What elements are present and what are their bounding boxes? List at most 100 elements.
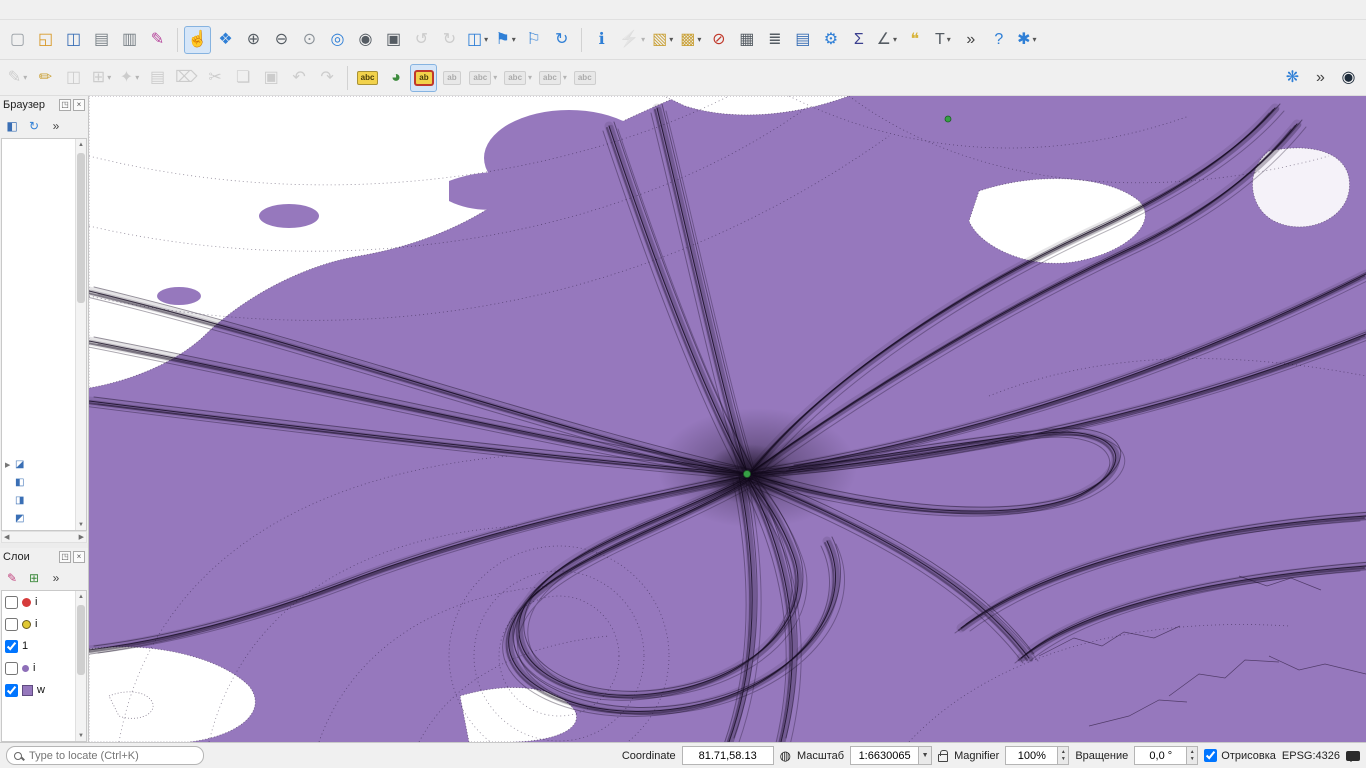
undo-button[interactable]: ↶ <box>286 64 313 92</box>
zoom-to-selection-tool[interactable]: ◉ <box>352 26 379 54</box>
locate-input[interactable] <box>27 749 196 763</box>
scroll-right-arrow[interactable]: ▶ <box>79 532 84 543</box>
delete-selected-button[interactable]: ⌦ <box>172 64 201 92</box>
crs-indicator[interactable]: EPSG:4326 <box>1282 750 1340 762</box>
scroll-up-arrow[interactable]: ▲ <box>78 139 84 150</box>
copy-features-button[interactable]: ❏ <box>230 64 257 92</box>
chevron-down-icon[interactable]: ▼ <box>918 746 932 765</box>
locate-bar[interactable] <box>6 746 204 765</box>
add-selected-layer-button[interactable]: ◧ <box>2 116 22 136</box>
georeferencer-button[interactable]: ❋ <box>1279 64 1306 92</box>
digitize-button[interactable]: ⊞ <box>88 64 115 92</box>
pin-labels-button[interactable]: ab <box>410 64 437 92</box>
new-bookmark-button[interactable]: ⚑ <box>492 26 519 54</box>
measure-tool[interactable]: ∠ <box>873 26 900 54</box>
map-canvas[interactable] <box>89 96 1366 742</box>
move-label-button[interactable]: abc <box>466 64 500 92</box>
scale-input[interactable] <box>850 746 918 765</box>
browser-vscroll-thumb[interactable] <box>77 153 85 303</box>
layer-labeling-button[interactable]: abc <box>354 64 382 92</box>
rotate-label-button[interactable]: abc <box>501 64 535 92</box>
save-project-button[interactable]: ◫ <box>60 26 87 54</box>
menu-database[interactable] <box>116 8 130 12</box>
open-project-button[interactable]: ◱ <box>32 26 59 54</box>
toolbar-overflow-button[interactable]: » <box>957 26 984 54</box>
current-edits-button[interactable]: ✎ <box>4 64 31 92</box>
menu-vector[interactable] <box>88 8 102 12</box>
toolbar-overflow-button[interactable]: » <box>1307 64 1334 92</box>
manage-themes-button[interactable]: ⊞ <box>24 568 44 588</box>
zoom-native-tool[interactable]: ⊙ <box>296 26 323 54</box>
layer-styling-button[interactable]: ✎ <box>2 568 22 588</box>
map-tips-button[interactable]: ❝ <box>901 26 928 54</box>
layer-item[interactable]: i <box>2 613 86 635</box>
identify-features-tool[interactable]: ℹ <box>588 26 615 54</box>
change-label2-button[interactable]: abc <box>571 64 599 92</box>
close-panel-button[interactable]: × <box>73 99 85 111</box>
save-layer-edits-button[interactable]: ◫ <box>60 64 87 92</box>
menu-mesh[interactable] <box>144 8 158 12</box>
magnifier-input[interactable] <box>1005 746 1057 765</box>
zoom-full-tool[interactable]: ◎ <box>324 26 351 54</box>
layer-item[interactable]: 1 <box>2 635 86 657</box>
style-manager-button[interactable]: ✎ <box>144 26 171 54</box>
show-layout-manager-button[interactable]: ▥ <box>116 26 143 54</box>
panel-overflow-button[interactable]: » <box>46 116 66 136</box>
menu-edit[interactable] <box>18 8 32 12</box>
spinner-arrows[interactable]: ▲▼ <box>1057 746 1069 765</box>
browser-tree-item[interactable]: ◨ <box>5 495 24 506</box>
layer-visibility-checkbox[interactable] <box>5 618 18 631</box>
pan-to-selection-tool[interactable]: ❖ <box>212 26 239 54</box>
menu-raster[interactable] <box>102 8 116 12</box>
scroll-up-arrow[interactable]: ▲ <box>78 591 84 602</box>
panel-overflow-button[interactable]: » <box>46 568 66 588</box>
metasearch-button[interactable]: ◉ <box>1335 64 1362 92</box>
menu-analysis[interactable] <box>158 8 172 12</box>
layer-item[interactable]: i <box>2 657 86 679</box>
plugin-button[interactable]: ✱ <box>1013 26 1040 54</box>
deselect-features-button[interactable]: ⊘ <box>705 26 732 54</box>
layer-visibility-checkbox[interactable] <box>5 662 18 675</box>
render-checkbox[interactable] <box>1204 749 1217 762</box>
layer-visibility-checkbox[interactable] <box>5 596 18 609</box>
browser-tree-item[interactable]: ◧ <box>5 477 24 488</box>
new-map-view-button[interactable]: ◫ <box>464 26 491 54</box>
vertex-tool-button[interactable]: ✦ <box>116 64 143 92</box>
expander-icon[interactable]: ▶ <box>5 461 12 469</box>
toggle-editing-button[interactable]: ✏ <box>32 64 59 92</box>
layer-visibility-checkbox[interactable] <box>5 684 18 697</box>
run-feature-action-button[interactable]: ⚡ <box>616 26 648 54</box>
refresh-browser-button[interactable]: ↻ <box>24 116 44 136</box>
change-label-button[interactable]: abc <box>536 64 570 92</box>
layer-visibility-checkbox[interactable] <box>5 640 18 653</box>
lock-scale-icon[interactable] <box>938 754 948 762</box>
statistical-summary-button[interactable]: ▤ <box>789 26 816 54</box>
scroll-down-arrow[interactable]: ▼ <box>78 730 84 741</box>
menu-help[interactable] <box>172 8 186 12</box>
redo-button[interactable]: ↷ <box>314 64 341 92</box>
magnifier-spinbox[interactable]: ▲▼ <box>1005 746 1069 765</box>
browser-tree[interactable]: ▶◪◧◨◩ ▲ ▼ <box>1 138 87 531</box>
select-features-tool[interactable]: ▧ <box>649 26 676 54</box>
rotation-input[interactable] <box>1134 746 1186 765</box>
float-panel-button[interactable]: ◳ <box>59 99 71 111</box>
menu-projects[interactable] <box>4 8 18 12</box>
layers-vscroll-thumb[interactable] <box>77 605 85 675</box>
menu-plugins[interactable] <box>74 8 88 12</box>
zoom-last-tool[interactable]: ↺ <box>408 26 435 54</box>
zoom-next-tool[interactable]: ↻ <box>436 26 463 54</box>
refresh-button[interactable]: ↻ <box>548 26 575 54</box>
cut-features-button[interactable]: ✂ <box>202 64 229 92</box>
scale-combobox[interactable]: ▼ <box>850 746 932 765</box>
modify-attributes-button[interactable]: ▤ <box>144 64 171 92</box>
field-calculator-button[interactable]: ≣ <box>761 26 788 54</box>
close-panel-button[interactable]: × <box>73 551 85 563</box>
menu-settings[interactable] <box>60 8 74 12</box>
browser-hscrollbar[interactable]: ◀ ▶ <box>1 531 87 543</box>
layer-item[interactable]: w <box>2 679 86 701</box>
float-panel-button[interactable]: ◳ <box>59 551 71 563</box>
browser-tree-item[interactable]: ◩ <box>5 513 24 524</box>
paste-features-button[interactable]: ▣ <box>258 64 285 92</box>
messages-icon[interactable] <box>1346 751 1360 761</box>
layer-item[interactable]: i <box>2 591 86 613</box>
